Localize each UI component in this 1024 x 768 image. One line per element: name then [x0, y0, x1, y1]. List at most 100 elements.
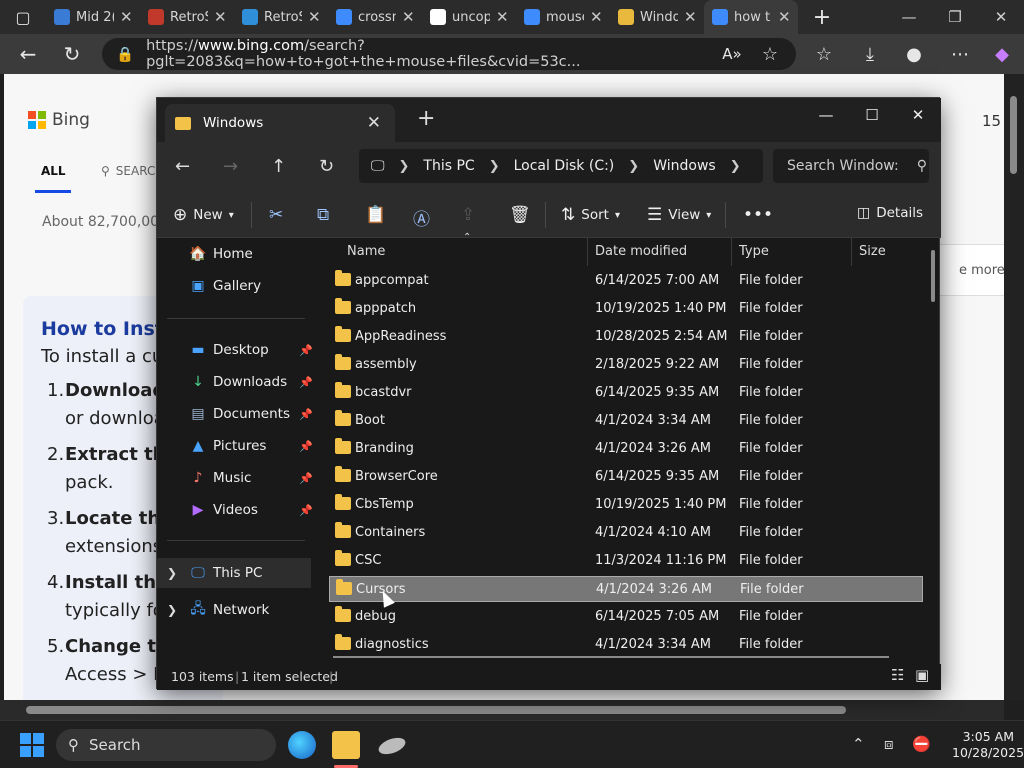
file-list-scroll-thumb[interactable]	[931, 250, 935, 302]
browser-tab[interactable]: Windo ✕	[610, 0, 704, 34]
nav-this-pc[interactable]: ❯ 🖵 This PC	[157, 558, 311, 588]
nav-gallery[interactable]: ▣ Gallery	[189, 278, 313, 294]
pin-icon[interactable]: 📌	[299, 408, 313, 421]
new-explorer-tab-button[interactable]: +	[417, 106, 435, 131]
read-aloud-icon[interactable]: A»	[716, 38, 748, 70]
see-more-button[interactable]: e more	[934, 244, 1004, 296]
file-row[interactable]: assembly 2/18/2025 9:22 AM File folder	[329, 352, 923, 378]
breadcrumb[interactable]: 🖵 ❯ This PC ❯ Local Disk (C:) ❯ Windows …	[359, 149, 763, 183]
back-arrow-icon[interactable]: ←	[12, 38, 44, 70]
bing-logo[interactable]: Bing	[28, 110, 90, 130]
explorer-maximize-button[interactable]: ☐	[849, 100, 895, 130]
nav-downloads[interactable]: ↓ Downloads 📌	[189, 374, 313, 390]
new-tab-button[interactable]: +	[806, 1, 838, 33]
browser-tab[interactable]: mouse ✕	[516, 0, 610, 34]
chevron-right-icon[interactable]: ❯	[167, 566, 177, 580]
scroll-thumb[interactable]	[1010, 96, 1017, 174]
close-tab-icon[interactable]: ✕	[778, 8, 791, 26]
column-size[interactable]: Size	[859, 244, 886, 259]
pin-icon[interactable]: 📌	[299, 472, 313, 485]
file-row[interactable]: bcastdvr 6/14/2025 9:35 AM File folder	[329, 380, 923, 406]
tab-search[interactable]: ⚲ SEARC	[101, 164, 155, 178]
downloads-icon[interactable]: ⤓	[854, 38, 886, 70]
file-row[interactable]: Cursors 4/1/2024 3:26 AM File folder	[329, 576, 923, 602]
pin-icon[interactable]: 📌	[299, 344, 313, 357]
refresh-icon[interactable]: ↻	[56, 38, 88, 70]
file-row[interactable]: AppReadiness 10/28/2025 2:54 AM File folde…	[329, 324, 923, 350]
file-list-horizontal-scrollbar[interactable]	[333, 656, 889, 658]
file-explorer-taskbar-icon[interactable]	[332, 731, 360, 759]
up-arrow-icon[interactable]: ↑	[271, 156, 286, 177]
paste-button[interactable]: 📋	[365, 205, 386, 225]
address-bar[interactable]: 🔒 https://www.bing.com/search?pglt=2083&…	[102, 38, 796, 70]
browser-tab[interactable]: Mid 2(✕	[46, 0, 140, 34]
tab-actions-icon[interactable]: ▢	[0, 1, 46, 33]
more-options-icon[interactable]: •••	[743, 205, 773, 225]
explorer-search-input[interactable]: Search Window: ⚲	[773, 149, 929, 183]
file-row[interactable]: Containers 4/1/2024 4:10 AM File folder	[329, 520, 923, 546]
details-button[interactable]: ◫ Details	[857, 205, 923, 221]
browser-tab[interactable]: how t ✕	[704, 0, 798, 34]
file-row[interactable]: Boot 4/1/2024 3:34 AM File folder	[329, 408, 923, 434]
file-row[interactable]: CbsTemp 10/19/2025 1:40 PM File folder	[329, 492, 923, 518]
chevron-right-icon[interactable]: ❯	[399, 159, 410, 174]
nav-home[interactable]: 🏠 Home	[189, 246, 313, 262]
browser-tab[interactable]: RetroS ✕	[140, 0, 234, 34]
close-tab-icon[interactable]: ✕	[402, 8, 415, 26]
clock[interactable]: 3:05 AM 10/28/2025	[952, 729, 1024, 761]
delete-button[interactable]: 🗑	[509, 205, 531, 225]
nav-music[interactable]: ♪ Music 📌	[189, 470, 313, 486]
browser-maximize-button[interactable]: ❐	[932, 0, 978, 34]
favorite-star-icon[interactable]: ☆	[754, 38, 786, 70]
close-tab-icon[interactable]: ✕	[120, 8, 133, 26]
copy-button[interactable]: ⧉	[317, 205, 329, 225]
start-button[interactable]	[20, 733, 44, 757]
browser-tab[interactable]: crossn ✕	[328, 0, 422, 34]
browser-minimize-button[interactable]: —	[886, 0, 932, 34]
file-row[interactable]: apppatch 10/19/2025 1:40 PM File folder	[329, 296, 923, 322]
sort-button[interactable]: ⇅ Sort ▾	[561, 205, 620, 225]
edge-taskbar-icon[interactable]	[288, 731, 316, 759]
browser-tab[interactable]: RetroS ✕	[234, 0, 328, 34]
chevron-right-icon[interactable]: ❯	[730, 159, 741, 174]
profile-avatar-icon[interactable]: ●	[898, 38, 930, 70]
close-tab-icon[interactable]: ✕	[684, 8, 697, 26]
new-button[interactable]: ⊕ New ▾	[173, 205, 234, 225]
breadcrumb-this-pc[interactable]: This PC	[423, 158, 474, 174]
refresh-icon[interactable]: ↻	[319, 156, 334, 177]
breadcrumb-local-disk[interactable]: Local Disk (C:)	[514, 158, 615, 174]
explorer-minimize-button[interactable]: —	[803, 100, 849, 130]
file-row[interactable]: debug 6/14/2025 7:05 AM File folder	[329, 604, 923, 630]
network-status-icon[interactable]: ⛔	[912, 735, 931, 753]
file-row[interactable]: diagnostics 4/1/2024 3:34 AM File folder	[329, 632, 923, 658]
browser-tab[interactable]: uncop ✕	[422, 0, 516, 34]
pin-icon[interactable]: 📌	[299, 504, 313, 517]
scroll-thumb[interactable]	[26, 706, 846, 714]
pin-icon[interactable]: 📌	[299, 440, 313, 453]
explorer-tab[interactable]: Windows ✕	[165, 104, 395, 142]
more-icon[interactable]: ⋯	[944, 38, 976, 70]
close-tab-icon[interactable]: ✕	[496, 8, 509, 26]
rewards-count[interactable]: 15	[982, 112, 1001, 130]
rename-button[interactable]: Ⓐ	[413, 205, 430, 230]
file-row[interactable]: appcompat 6/14/2025 7:00 AM File folder	[329, 268, 923, 294]
favorites-icon[interactable]: ☆	[808, 38, 840, 70]
close-tab-icon[interactable]: ✕	[590, 8, 603, 26]
close-tab-icon[interactable]: ✕	[367, 113, 381, 133]
page-horizontal-scrollbar[interactable]	[0, 700, 1004, 720]
breadcrumb-windows[interactable]: Windows	[653, 158, 716, 174]
file-row[interactable]: CSC 11/3/2024 11:16 PM File folder	[329, 548, 923, 574]
tiles-view-icon[interactable]: ▣	[915, 666, 929, 684]
copilot-icon[interactable]: ◆	[986, 38, 1018, 70]
chevron-right-icon[interactable]: ❯	[167, 603, 177, 617]
nav-videos[interactable]: ▶ Videos 📌	[189, 502, 313, 518]
column-type[interactable]: Type	[739, 244, 769, 259]
taskbar-search[interactable]: ⚲ Search	[56, 729, 276, 761]
nav-network[interactable]: ❯ 🖧 Network	[167, 598, 313, 622]
file-row[interactable]: Branding 4/1/2024 3:26 AM File folder	[329, 436, 923, 462]
chevron-right-icon[interactable]: ❯	[489, 159, 500, 174]
back-arrow-icon[interactable]: ←	[175, 156, 190, 177]
chevron-up-icon[interactable]: ⌃	[852, 735, 865, 753]
chevron-right-icon[interactable]: ❯	[628, 159, 639, 174]
explorer-close-button[interactable]: ✕	[895, 100, 941, 130]
